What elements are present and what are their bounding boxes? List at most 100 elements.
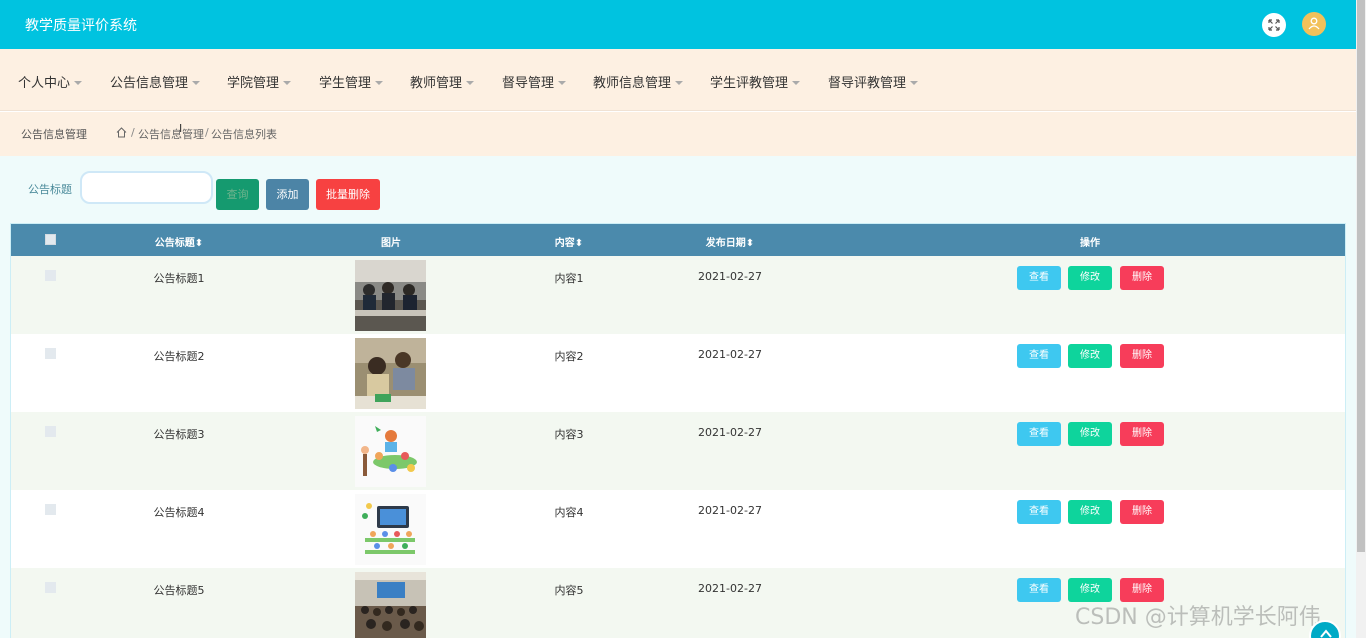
nav-item-label: 督导评教管理	[828, 76, 907, 91]
nav-item-label: 教师信息管理	[593, 76, 672, 91]
nav-item-notice[interactable]: 公告信息管理	[110, 72, 201, 91]
notice-image	[355, 494, 426, 565]
nav-item-teacher[interactable]: 教师管理	[410, 72, 475, 91]
nav-item-supervisor-eval[interactable]: 督导评教管理	[828, 72, 919, 91]
nav-item-teacher-info[interactable]: 教师信息管理	[593, 72, 684, 91]
select-all-checkbox[interactable]	[45, 234, 56, 245]
nav-item-college[interactable]: 学院管理	[227, 72, 292, 91]
search-label: 公告标题	[28, 183, 72, 196]
edit-button[interactable]: 修改	[1068, 344, 1112, 368]
nav-item-supervisor[interactable]: 督导管理	[502, 72, 567, 91]
nav-item-student-eval[interactable]: 学生评教管理	[710, 72, 801, 91]
cell-title: 公告标题5	[153, 584, 205, 597]
header-label: 公告标题	[154, 238, 195, 249]
caret-down-icon	[675, 80, 684, 85]
nav-item-label: 公告信息管理	[110, 76, 189, 91]
cell-content: 内容5	[554, 584, 584, 597]
delete-button[interactable]: 删除	[1120, 500, 1164, 524]
notice-image	[355, 416, 426, 487]
view-button[interactable]: 查看	[1017, 344, 1061, 368]
table-row: 公告标题2 内容2 2021-02-27 查看 修改 删除	[11, 334, 1345, 412]
cell-date: 2021-02-27	[698, 504, 762, 517]
caret-down-icon	[910, 80, 919, 85]
breadcrumb-bar: 公告信息管理 / 公告信息管理 / 公告信息列表	[0, 112, 1356, 156]
breadcrumb-separator: /	[131, 126, 135, 139]
table-header: 公告标题⬍ 图片 内容⬍ 发布日期⬍ 操作	[11, 224, 1345, 256]
batch-delete-button[interactable]: 批量删除	[316, 179, 380, 210]
breadcrumb-item: 公告信息列表	[211, 128, 277, 141]
notice-table: 公告标题⬍ 图片 内容⬍ 发布日期⬍ 操作 公告标题1 内容1 2021-02-…	[10, 223, 1346, 638]
cell-content: 内容3	[554, 428, 584, 441]
header-label: 内容	[554, 238, 575, 249]
cell-date: 2021-02-27	[698, 426, 762, 439]
caret-down-icon	[283, 80, 292, 85]
cell-title: 公告标题1	[153, 272, 205, 285]
notice-image	[355, 260, 426, 331]
header-label: 发布日期	[705, 238, 746, 249]
view-button[interactable]: 查看	[1017, 578, 1061, 602]
edit-button[interactable]: 修改	[1068, 422, 1112, 446]
nav-item-label: 督导管理	[502, 76, 555, 91]
row-checkbox[interactable]	[45, 582, 56, 593]
cell-date: 2021-02-27	[698, 348, 762, 361]
delete-button[interactable]: 删除	[1120, 422, 1164, 446]
query-button[interactable]: 查询	[216, 179, 259, 210]
nav-item-label: 教师管理	[410, 76, 463, 91]
nav-item-label: 学院管理	[227, 76, 280, 91]
cell-title: 公告标题3	[153, 428, 205, 441]
header-actions: 操作	[1080, 238, 1100, 249]
cell-content: 内容4	[554, 506, 584, 519]
caret-down-icon	[192, 80, 201, 85]
row-checkbox[interactable]	[45, 504, 56, 515]
cell-title: 公告标题2	[153, 350, 205, 363]
breadcrumb-item[interactable]: 公告信息管理	[138, 126, 204, 142]
view-button[interactable]: 查看	[1017, 266, 1061, 290]
row-checkbox[interactable]	[45, 426, 56, 437]
view-button[interactable]: 查看	[1017, 422, 1061, 446]
caret-down-icon	[466, 80, 475, 85]
nav-item-label: 个人中心	[18, 76, 71, 91]
section-title: 公告信息管理	[21, 128, 87, 141]
row-checkbox[interactable]	[45, 348, 56, 359]
edit-button[interactable]: 修改	[1068, 266, 1112, 290]
cell-content: 内容2	[554, 350, 584, 363]
header-content[interactable]: 内容⬍	[555, 234, 583, 249]
delete-button[interactable]: 删除	[1120, 344, 1164, 368]
nav-item-student[interactable]: 学生管理	[319, 72, 384, 91]
scrollbar-thumb[interactable]	[1357, 0, 1365, 552]
add-button[interactable]: 添加	[266, 179, 309, 210]
header-date[interactable]: 发布日期⬍	[706, 234, 754, 249]
sort-icon[interactable]: ⬍	[746, 238, 754, 249]
caret-down-icon	[792, 80, 801, 85]
nav-item-label: 学生评教管理	[710, 76, 789, 91]
app-title: 教学质量评价系统	[25, 18, 137, 34]
home-icon[interactable]	[116, 127, 127, 141]
row-checkbox[interactable]	[45, 270, 56, 281]
table-row: 公告标题4 内容4 2021-02-27 查看 修改 删除	[11, 490, 1345, 568]
user-avatar-icon[interactable]	[1302, 12, 1326, 36]
notice-image	[355, 572, 426, 638]
cell-date: 2021-02-27	[698, 582, 762, 595]
page-scrollbar[interactable]	[1356, 0, 1366, 638]
sort-icon[interactable]: ⬍	[575, 238, 583, 249]
delete-button[interactable]: 删除	[1120, 266, 1164, 290]
cell-content: 内容1	[554, 272, 584, 285]
search-input[interactable]	[80, 171, 213, 204]
view-button[interactable]: 查看	[1017, 500, 1061, 524]
table-row: 公告标题1 内容1 2021-02-27 查看 修改 删除	[11, 256, 1345, 334]
breadcrumb-separator: /	[205, 126, 209, 139]
watermark-text: CSDN @计算机学长阿伟	[1075, 605, 1321, 630]
header-title[interactable]: 公告标题⬍	[155, 234, 203, 249]
sort-icon[interactable]: ⬍	[195, 238, 203, 249]
cell-date: 2021-02-27	[698, 270, 762, 283]
nav-item-label: 学生管理	[319, 76, 372, 91]
fullscreen-icon[interactable]	[1262, 13, 1286, 37]
caret-down-icon	[74, 80, 83, 85]
cell-title: 公告标题4	[153, 506, 205, 519]
header-picture: 图片	[381, 238, 401, 249]
table-row: 公告标题3 内容3 2021-02-27 查看 修改 删除	[11, 412, 1345, 490]
nav-item-profile[interactable]: 个人中心	[18, 72, 83, 91]
top-header: 教学质量评价系统	[0, 0, 1356, 49]
main-nav: 个人中心 公告信息管理 学院管理 学生管理 教师管理 督导管理 教师信息管理 学…	[0, 49, 1356, 111]
edit-button[interactable]: 修改	[1068, 500, 1112, 524]
